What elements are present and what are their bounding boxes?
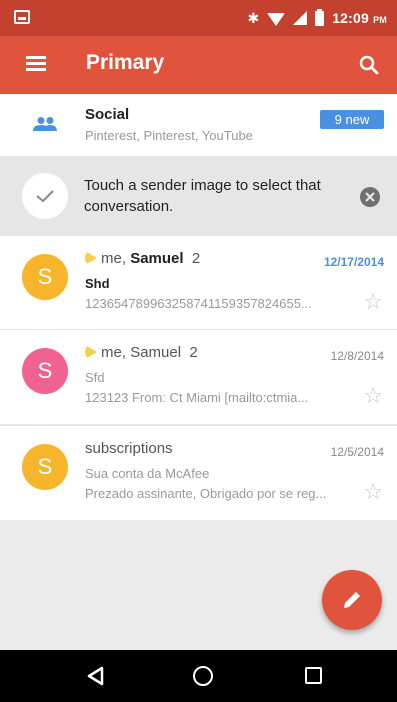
importance-marker-icon [85,345,97,359]
category-senders: Pinterest, Pinterest, YouTube [85,128,253,143]
star-icon[interactable]: ☆ [363,481,383,503]
new-count-badge: 9 new [320,110,384,129]
sender-prefix: me, [101,250,131,267]
sender-name: Samuel [130,344,182,361]
bluetooth-icon: ✱ [247,9,260,26]
page-title: Primary [86,51,165,74]
tip-banner: Touch a sender image to select that conv… [0,156,397,236]
close-icon[interactable] [359,186,381,213]
recents-icon[interactable] [305,667,322,684]
sender-name: Samuel [130,250,184,267]
app-toolbar: Primary [0,36,397,94]
star-icon[interactable]: ☆ [363,291,383,313]
people-icon [32,116,58,132]
sender-name: subscriptions [85,440,173,457]
clock: 12:09 PM [332,10,387,26]
sender-prefix: me, [101,344,131,361]
status-icons: ✱ 12:09 PM [247,8,387,28]
conversation-row[interactable]: S me, Samuel 2 12/17/2014 Shd 1236547899… [0,236,397,330]
avatar[interactable]: S [22,444,68,490]
avatar[interactable]: S [22,348,68,394]
conversation-row[interactable]: S me, Samuel 2 12/8/2014 Sfd 123123 From… [0,330,397,424]
thread-count: 2 [191,250,201,267]
conversation-row[interactable]: S subscriptions 12/5/2014 Sua conta da M… [0,426,397,520]
screenshot-notification-icon [14,10,30,24]
conversation-snippet: Prezado assinante, Obrigado por se reg..… [85,486,327,501]
cell-signal-icon [293,11,308,25]
back-icon[interactable] [86,666,106,691]
system-navigation-bar [0,650,397,702]
search-icon[interactable] [357,53,381,77]
tip-text: Touch a sender image to select that conv… [84,177,321,215]
hamburger-menu-icon[interactable] [26,56,46,72]
conversation-subject: Sfd [85,370,105,385]
sender-line: subscriptions [85,440,173,457]
conversation-subject: Sua conta da McAfee [85,466,210,481]
conversation-snippet: 123123 From: Ct Miami [mailto:ctmia... [85,390,309,405]
check-circle-icon [22,173,68,219]
social-category-row[interactable]: Social Pinterest, Pinterest, YouTube 9 n… [0,94,397,156]
compose-button[interactable] [322,570,382,630]
avatar[interactable]: S [22,254,68,300]
conversation-date: 12/5/2014 [330,445,384,459]
conversation-snippet: 123654789963258741159357824655... [85,296,312,311]
wifi-icon [267,12,286,26]
status-bar: ✱ 12:09 PM [0,0,397,36]
sender-line: me, Samuel 2 [85,344,198,361]
sender-line: me, Samuel 2 [85,250,200,267]
conversation-subject: Shd [85,276,110,291]
home-icon[interactable] [193,666,213,686]
conversation-date: 12/17/2014 [323,255,384,269]
category-title: Social [85,106,130,123]
pencil-icon [344,592,360,608]
thread-count: 2 [189,344,198,361]
conversation-date: 12/8/2014 [330,349,384,363]
star-icon[interactable]: ☆ [363,385,383,407]
importance-marker-icon [85,251,97,265]
battery-icon [315,8,325,26]
